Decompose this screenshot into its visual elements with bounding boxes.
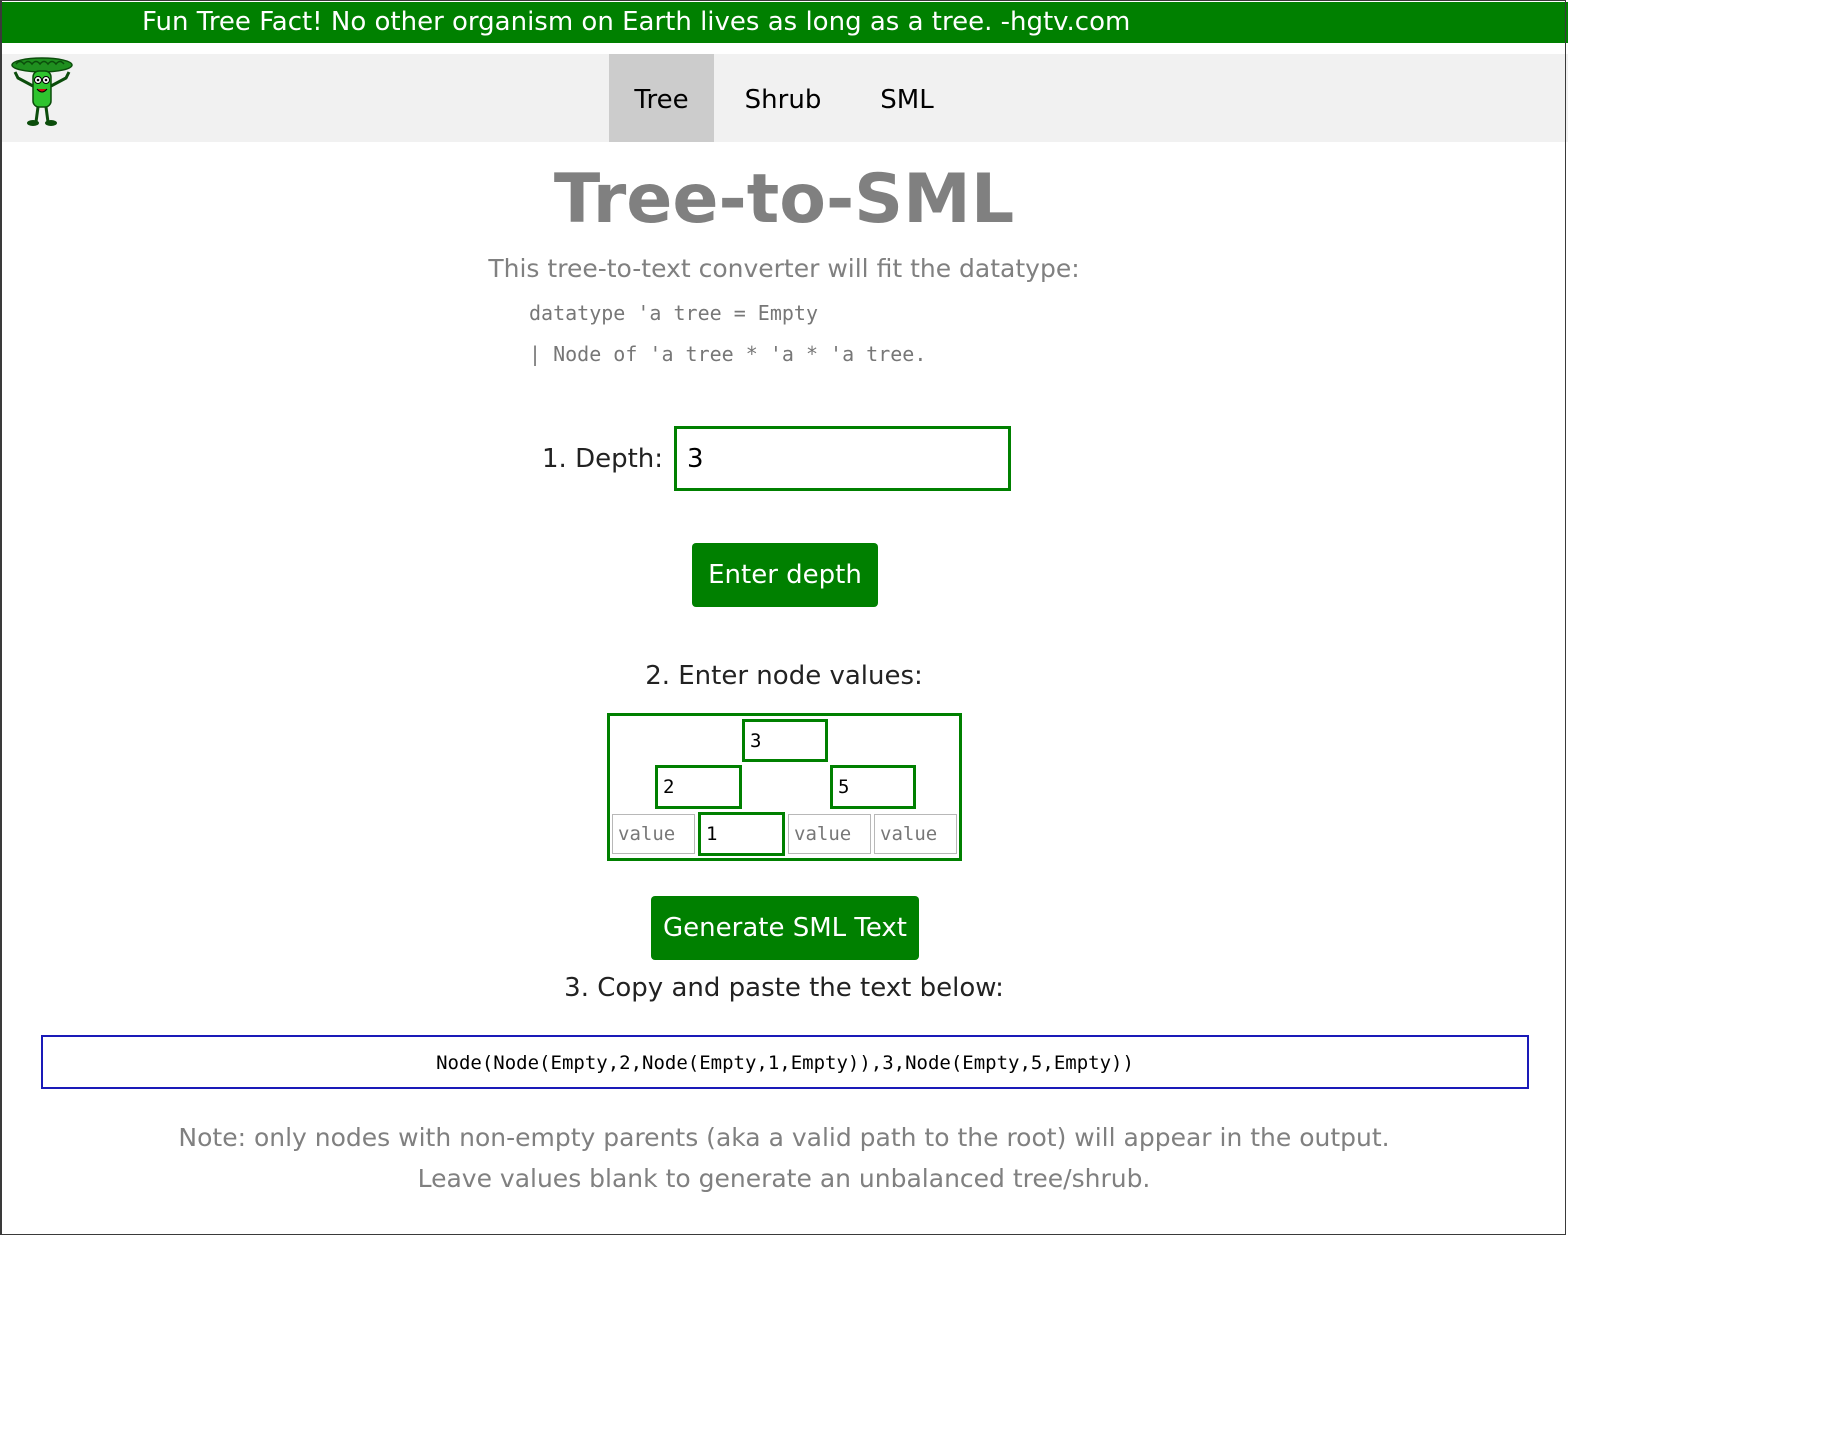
- node-input-left[interactable]: [655, 765, 742, 809]
- node-values-label: 2. Enter node values:: [645, 661, 923, 691]
- enter-depth-button[interactable]: Enter depth: [692, 543, 878, 607]
- node-input-right-left[interactable]: [788, 814, 871, 854]
- depth-input[interactable]: [674, 426, 1011, 491]
- node-input-root[interactable]: [742, 719, 828, 762]
- fun-fact-banner: Fun Tree Fact! No other organism on Eart…: [2, 2, 1568, 43]
- nav-tab-shrub[interactable]: Shrub: [726, 54, 840, 142]
- intro-text: This tree-to-text converter will fit the…: [488, 254, 1080, 283]
- node-input-right[interactable]: [830, 765, 916, 809]
- generate-sml-button[interactable]: Generate SML Text: [651, 896, 919, 960]
- depth-label: 1. Depth:: [542, 444, 664, 474]
- note-line-2: Leave values blank to generate an unbala…: [417, 1164, 1151, 1193]
- nav-tab-sml[interactable]: SML: [860, 54, 954, 142]
- node-input-left-right[interactable]: [698, 812, 785, 856]
- tree-mascot-icon[interactable]: [10, 56, 74, 128]
- top-navbar: Tree Shrub SML: [2, 54, 1568, 142]
- node-input-left-left[interactable]: [612, 814, 695, 854]
- datatype-code-line-2: | Node of 'a tree * 'a * 'a tree.: [529, 342, 927, 366]
- node-input-right-right[interactable]: [874, 814, 957, 854]
- copy-paste-label: 3. Copy and paste the text below:: [564, 973, 1004, 1003]
- note-line-1: Note: only nodes with non-empty parents …: [178, 1123, 1390, 1152]
- sml-output-text[interactable]: Node(Node(Empty,2,Node(Empty,1,Empty)),3…: [41, 1035, 1529, 1089]
- nav-tab-tree[interactable]: Tree: [609, 54, 714, 142]
- datatype-code-line-1: datatype 'a tree = Empty: [529, 301, 818, 325]
- page-title: Tree-to-SML: [553, 160, 1015, 239]
- fun-fact-text: Fun Tree Fact! No other organism on Eart…: [142, 7, 1131, 37]
